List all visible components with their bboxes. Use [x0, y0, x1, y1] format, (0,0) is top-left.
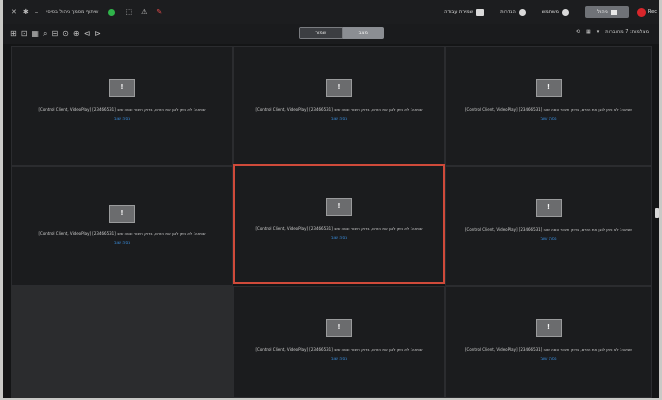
menu-save-label: שמירת עבודה [444, 9, 474, 15]
tile-retry-link[interactable]: נסה שוב [234, 117, 444, 122]
warning-glyph: ! [337, 323, 341, 331]
tile-error-message: [Control Client, VideoPlay] [23466531] ש… [38, 107, 206, 112]
warning-glyph: ! [120, 83, 124, 91]
warning-glyph: ! [546, 203, 551, 211]
video-tile[interactable]: ! [Control Client, VideoPlay] [23466531]… [233, 286, 445, 398]
layout-multi-icon[interactable]: ▦ [31, 29, 39, 39]
save-icon [476, 8, 485, 16]
tile-retry-link[interactable]: נסה שוב [234, 357, 444, 362]
tile-error-message: [Control Client, VideoPlay] [23466531] ש… [465, 227, 632, 232]
warning-glyph: ! [337, 202, 341, 210]
refresh-icon[interactable]: ⟲ [576, 29, 580, 35]
menu-settings-label: הגדרות [500, 9, 516, 15]
warning-glyph: ! [337, 83, 341, 91]
search-icon[interactable]: ⌕ [43, 29, 47, 39]
warning-glyph: ! [546, 83, 551, 91]
layout-single-icon[interactable]: ⊡ [21, 29, 28, 39]
video-tile[interactable]: ! [Control Client, VideoPlay] [23466531]… [445, 46, 652, 166]
menu-settings[interactable]: הגדרות [500, 8, 526, 16]
seg-save[interactable]: שמור [299, 27, 343, 39]
camera-status-text: מצלמות: 7 מחוברות [605, 29, 649, 35]
tab-record[interactable]: Rec [636, 7, 657, 17]
menu-save-work[interactable]: שמירת עבודה [444, 8, 485, 16]
empty-tile[interactable] [11, 286, 233, 398]
video-tile[interactable]: ! [Control Client, VideoPlay] [23466531]… [445, 286, 652, 398]
minimize-icon[interactable]: – [35, 8, 39, 16]
zoom-in-icon[interactable]: ⊕ [73, 29, 80, 39]
view-toolbar: ⊞ ⊡ ▦ ⌕ ⊟ ⊙ ⊕ ⊲ ⊳ שמור מצב ⟲ ▦ ▾ מצלמות:… [3, 24, 659, 44]
top-bar: ✕ ✱ – שיתוף מסמך ניהול בסיסי ⬚ ⚠ ✎ שמירת… [3, 0, 659, 24]
tile-retry-link[interactable]: נסה שוב [446, 357, 651, 362]
tile-error-message: [Control Client, VideoPlay] [23466531] ש… [255, 226, 423, 231]
view-mode-toggle: שמור מצב [299, 27, 384, 39]
tile-retry-link[interactable]: נסה שוב [12, 117, 232, 122]
close-icon[interactable]: ✕ [11, 8, 17, 16]
tab-record-label: Rec [647, 9, 657, 15]
layout-grid-icon[interactable]: ⊞ [10, 29, 17, 39]
settings-icon[interactable]: ✱ [23, 8, 29, 16]
top-tools: ⬚ ⚠ ✎ [125, 8, 162, 16]
monitor-icon [610, 9, 617, 15]
video-grid: ! [Control Client, VideoPlay] [23466531]… [11, 46, 652, 398]
monitor-screen: ✕ ✱ – שיתוף מסמך ניהול בסיסי ⬚ ⚠ ✎ שמירת… [3, 0, 659, 398]
tile-retry-link[interactable]: נסה שוב [12, 241, 232, 246]
prev-icon[interactable]: ⊲ [84, 29, 91, 39]
target-icon[interactable]: ⊙ [62, 29, 69, 39]
grid-select-icon[interactable]: ▦ [586, 29, 591, 35]
edit-icon[interactable]: ✎ [156, 8, 162, 16]
chevron-down-icon[interactable]: ▾ [597, 29, 600, 35]
video-tile[interactable]: ! [Control Client, VideoPlay] [23466531]… [233, 46, 445, 166]
seg-mode[interactable]: מצב [342, 27, 384, 39]
tile-error-message: [Control Client, VideoPlay] [23466531] ש… [465, 107, 632, 112]
tile-error-message: [Control Client, VideoPlay] [23466531] ש… [465, 347, 632, 352]
video-tile[interactable]: ! [Control Client, VideoPlay] [23466531]… [11, 166, 233, 286]
divider-icon: ⊟ [51, 29, 59, 38]
tile-retry-link[interactable]: נסה שוב [446, 237, 651, 242]
record-icon [636, 7, 646, 17]
gear-icon [561, 8, 569, 16]
next-icon[interactable]: ⊳ [94, 29, 101, 39]
tab-manage-label: ניהול [597, 9, 608, 15]
alert-icon[interactable]: ⚠ [141, 8, 147, 16]
tile-retry-link[interactable]: נסה שוב [446, 117, 651, 122]
window-title: שיתוף מסמך ניהול בסיסי [46, 9, 99, 15]
view-right-controls: ⟲ ▦ ▾ מצלמות: 7 מחוברות [576, 29, 649, 35]
warning-glyph: ! [120, 209, 124, 217]
video-tile-selected[interactable]: ! [Control Client, VideoPlay] [23466531]… [233, 164, 445, 284]
warning-glyph: ! [546, 323, 551, 331]
video-tile[interactable]: ! [Control Client, VideoPlay] [23466531]… [11, 46, 233, 166]
layout-tools: ⊞ ⊡ ▦ ⌕ ⊟ ⊙ ⊕ ⊲ ⊳ [10, 29, 101, 39]
tile-retry-link[interactable]: נסה שוב [235, 236, 443, 241]
tile-error-message: [Control Client, VideoPlay] [23466531] ש… [255, 347, 423, 352]
status-dot [108, 8, 116, 16]
tab-manage[interactable]: ניהול [584, 6, 629, 18]
menu-user[interactable]: משתמש [541, 8, 569, 16]
window-controls: ✕ ✱ – [11, 8, 38, 16]
video-tile[interactable]: ! [Control Client, VideoPlay] [23466531]… [445, 166, 652, 286]
tile-error-message: [Control Client, VideoPlay] [23466531] ש… [38, 231, 206, 236]
menu-user-label: משתמש [541, 9, 559, 15]
screen-icon[interactable]: ⬚ [125, 8, 132, 16]
info-icon [518, 8, 526, 16]
tile-error-message: [Control Client, VideoPlay] [23466531] ש… [255, 107, 423, 112]
side-panel-handle[interactable] [655, 208, 659, 218]
